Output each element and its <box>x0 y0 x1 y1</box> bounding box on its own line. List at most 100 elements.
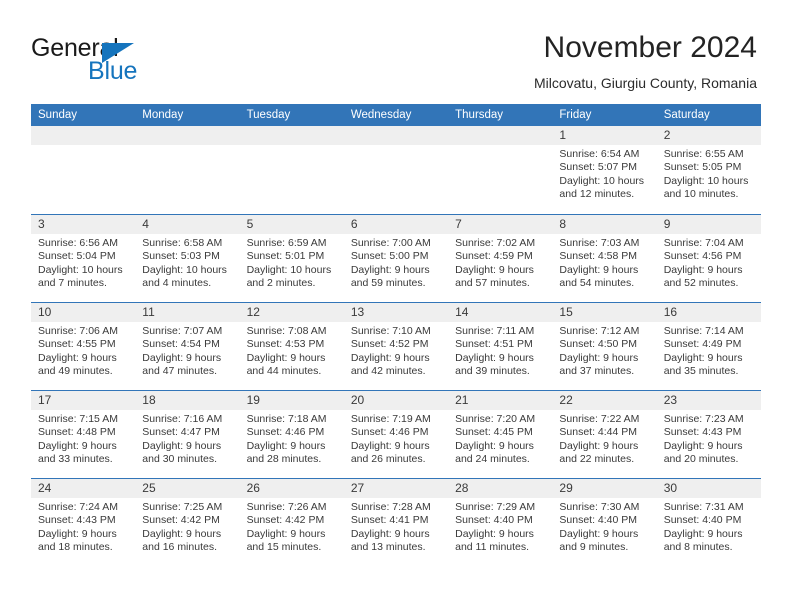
sunrise-text: Sunrise: 7:30 AM <box>559 501 640 513</box>
day-number: 15 <box>552 303 657 322</box>
day-cell-16[interactable]: 16 Sunrise: 7:14 AM Sunset: 4:49 PM Dayligh… <box>656 303 761 390</box>
day-cell-10[interactable]: 10 Sunrise: 7:06 AM Sunset: 4:55 PM Dayligh… <box>31 303 136 390</box>
day-cell-empty <box>448 126 553 214</box>
sunrise-text: Sunrise: 7:15 AM <box>38 413 118 425</box>
sunset-text: Sunset: 4:53 PM <box>246 338 325 351</box>
day-cell-29[interactable]: 29 Sunrise: 7:30 AM Sunset: 4:40 PM Dayligh… <box>552 479 657 566</box>
day-cell-27[interactable]: 27 Sunrise: 7:28 AM Sunset: 4:41 PM Dayligh… <box>343 479 449 566</box>
daylight-text-line2: and 10 minutes. <box>663 188 739 201</box>
sunset-text: Sunset: 4:46 PM <box>246 426 325 439</box>
day-cell-20[interactable]: 20 Sunrise: 7:19 AM Sunset: 4:46 PM Dayligh… <box>343 391 449 478</box>
day-cell-3[interactable]: 3 Sunrise: 6:56 AM Sunset: 5:04 PM Daylight… <box>31 215 136 302</box>
sunrise-text: Sunrise: 7:06 AM <box>38 325 118 337</box>
daylight-text-line2: and 22 minutes. <box>559 453 635 466</box>
sunrise-text: Sunrise: 7:14 AM <box>663 325 744 337</box>
day-details: Sunrise: 7:16 AM Sunset: 4:47 PM Daylight:… <box>135 410 239 467</box>
day-cell-2[interactable]: 2 Sunrise: 6:55 AM Sunset: 5:05 PM Daylight… <box>656 126 761 214</box>
day-details: Sunrise: 6:59 AM Sunset: 5:01 PM Daylight:… <box>240 234 344 291</box>
day-cell-5[interactable]: 5 Sunrise: 6:59 AM Sunset: 5:01 PM Daylight… <box>239 215 344 302</box>
day-cell-26[interactable]: 26 Sunrise: 7:26 AM Sunset: 4:42 PM Dayligh… <box>239 479 344 566</box>
day-number: 26 <box>239 479 344 498</box>
daylight-text-line2: and 4 minutes. <box>142 277 212 290</box>
day-cell-18[interactable]: 18 Sunrise: 7:16 AM Sunset: 4:47 PM Dayligh… <box>135 391 240 478</box>
day-number: 1 <box>552 126 657 145</box>
day-cell-15[interactable]: 15 Sunrise: 7:12 AM Sunset: 4:50 PM Dayligh… <box>552 303 657 390</box>
day-details: Sunrise: 7:19 AM Sunset: 4:46 PM Daylight:… <box>344 410 448 467</box>
page-title: November 2024 <box>543 31 757 64</box>
daylight-text-line1: Daylight: 9 hours <box>455 527 534 540</box>
day-cell-12[interactable]: 12 Sunrise: 7:08 AM Sunset: 4:53 PM Dayligh… <box>239 303 344 390</box>
daylight-text-line1: Daylight: 10 hours <box>246 263 332 276</box>
day-cell-empty <box>135 126 240 214</box>
sunrise-text: Sunrise: 6:54 AM <box>559 148 640 160</box>
sunset-text: Sunset: 4:40 PM <box>559 514 638 527</box>
day-number: 27 <box>343 479 449 498</box>
daylight-text-line2: and 20 minutes. <box>663 453 739 466</box>
day-cell-21[interactable]: 21 Sunrise: 7:20 AM Sunset: 4:45 PM Dayligh… <box>448 391 553 478</box>
sunrise-text: Sunrise: 7:08 AM <box>246 325 327 337</box>
daylight-text-line2: and 35 minutes. <box>663 365 739 378</box>
sunrise-text: Sunrise: 7:29 AM <box>455 501 536 513</box>
weekday-header-saturday: Saturday <box>663 109 710 121</box>
calendar-week-row: 24 Sunrise: 7:24 AM Sunset: 4:43 PM Dayligh… <box>31 478 761 566</box>
daylight-text-line1: Daylight: 9 hours <box>663 527 743 540</box>
day-cell-24[interactable]: 24 Sunrise: 7:24 AM Sunset: 4:43 PM Dayligh… <box>31 479 136 566</box>
day-number: 7 <box>448 215 553 234</box>
calendar-week-row: 17 Sunrise: 7:15 AM Sunset: 4:48 PM Dayligh… <box>31 390 761 478</box>
day-cell-28[interactable]: 28 Sunrise: 7:29 AM Sunset: 4:40 PM Dayligh… <box>448 479 553 566</box>
sunset-text: Sunset: 4:47 PM <box>142 426 220 439</box>
day-cell-7[interactable]: 7 Sunrise: 7:02 AM Sunset: 4:59 PM Daylight… <box>448 215 553 302</box>
daylight-text-line2: and 13 minutes. <box>350 541 426 554</box>
day-number: 11 <box>135 303 240 322</box>
daylight-text-line2: and 28 minutes. <box>246 453 322 466</box>
daylight-text-line2: and 44 minutes. <box>246 365 322 378</box>
sunset-text: Sunset: 4:56 PM <box>663 250 742 263</box>
day-cell-13[interactable]: 13 Sunrise: 7:10 AM Sunset: 4:52 PM Dayligh… <box>343 303 449 390</box>
daylight-text-line1: Daylight: 9 hours <box>142 439 222 452</box>
sunrise-text: Sunrise: 7:22 AM <box>559 413 640 425</box>
sunrise-text: Sunrise: 7:00 AM <box>350 237 431 249</box>
sunset-text: Sunset: 5:04 PM <box>38 250 116 263</box>
day-cell-8[interactable]: 8 Sunrise: 7:03 AM Sunset: 4:58 PM Daylight… <box>552 215 657 302</box>
sunrise-text: Sunrise: 6:56 AM <box>38 237 118 249</box>
sunset-text: Sunset: 4:43 PM <box>38 514 116 527</box>
general-blue-logo[interactable]: General Blue <box>31 34 231 86</box>
calendar-week-row: 1 Sunrise: 6:54 AM Sunset: 5:07 PM Daylight… <box>31 126 761 214</box>
sunset-text: Sunset: 4:48 PM <box>38 426 116 439</box>
day-cell-9[interactable]: 9 Sunrise: 7:04 AM Sunset: 4:56 PM Daylight… <box>656 215 761 302</box>
day-cell-19[interactable]: 19 Sunrise: 7:18 AM Sunset: 4:46 PM Dayligh… <box>239 391 344 478</box>
day-details: Sunrise: 7:02 AM Sunset: 4:59 PM Daylight:… <box>448 234 552 291</box>
sunset-text: Sunset: 4:41 PM <box>350 514 429 527</box>
sunrise-text: Sunrise: 7:19 AM <box>350 413 431 425</box>
day-cell-11[interactable]: 11 Sunrise: 7:07 AM Sunset: 4:54 PM Dayligh… <box>135 303 240 390</box>
sunrise-text: Sunrise: 7:16 AM <box>142 413 223 425</box>
day-cell-1[interactable]: 1 Sunrise: 6:54 AM Sunset: 5:07 PM Daylight… <box>552 126 657 214</box>
day-number: 9 <box>656 215 761 234</box>
sunset-text: Sunset: 4:51 PM <box>455 338 533 351</box>
day-cell-6[interactable]: 6 Sunrise: 7:00 AM Sunset: 5:00 PM Daylight… <box>343 215 449 302</box>
calendar-week-row: 3 Sunrise: 6:56 AM Sunset: 5:04 PM Daylight… <box>31 214 761 302</box>
day-details: Sunrise: 7:15 AM Sunset: 4:48 PM Daylight:… <box>31 410 135 467</box>
daylight-text-line2: and 57 minutes. <box>455 277 530 290</box>
daylight-text-line1: Daylight: 10 hours <box>38 263 123 276</box>
weekday-header-sunday: Sunday <box>38 109 78 121</box>
sunrise-text: Sunrise: 6:59 AM <box>246 237 327 249</box>
day-number: 13 <box>343 303 449 322</box>
sunrise-text: Sunrise: 7:12 AM <box>559 325 640 337</box>
day-cell-4[interactable]: 4 Sunrise: 6:58 AM Sunset: 5:03 PM Daylight… <box>135 215 240 302</box>
day-number: 25 <box>135 479 240 498</box>
sunset-text: Sunset: 4:45 PM <box>455 426 533 439</box>
day-details: Sunrise: 7:24 AM Sunset: 4:43 PM Daylight:… <box>31 498 135 555</box>
daylight-text-line1: Daylight: 9 hours <box>559 439 639 452</box>
day-details: Sunrise: 7:08 AM Sunset: 4:53 PM Daylight:… <box>240 322 344 379</box>
day-cell-22[interactable]: 22 Sunrise: 7:22 AM Sunset: 4:44 PM Dayligh… <box>552 391 657 478</box>
day-cell-23[interactable]: 23 Sunrise: 7:23 AM Sunset: 4:43 PM Dayligh… <box>656 391 761 478</box>
day-number: 17 <box>31 391 136 410</box>
sunset-text: Sunset: 4:42 PM <box>142 514 220 527</box>
day-cell-25[interactable]: 25 Sunrise: 7:25 AM Sunset: 4:42 PM Dayligh… <box>135 479 240 566</box>
day-details: Sunrise: 7:20 AM Sunset: 4:45 PM Daylight:… <box>448 410 552 467</box>
day-cell-30[interactable]: 30 Sunrise: 7:31 AM Sunset: 4:40 PM Dayligh… <box>656 479 761 566</box>
day-details: Sunrise: 7:29 AM Sunset: 4:40 PM Daylight:… <box>448 498 552 555</box>
day-cell-17[interactable]: 17 Sunrise: 7:15 AM Sunset: 4:48 PM Dayligh… <box>31 391 136 478</box>
day-cell-14[interactable]: 14 Sunrise: 7:11 AM Sunset: 4:51 PM Dayligh… <box>448 303 553 390</box>
